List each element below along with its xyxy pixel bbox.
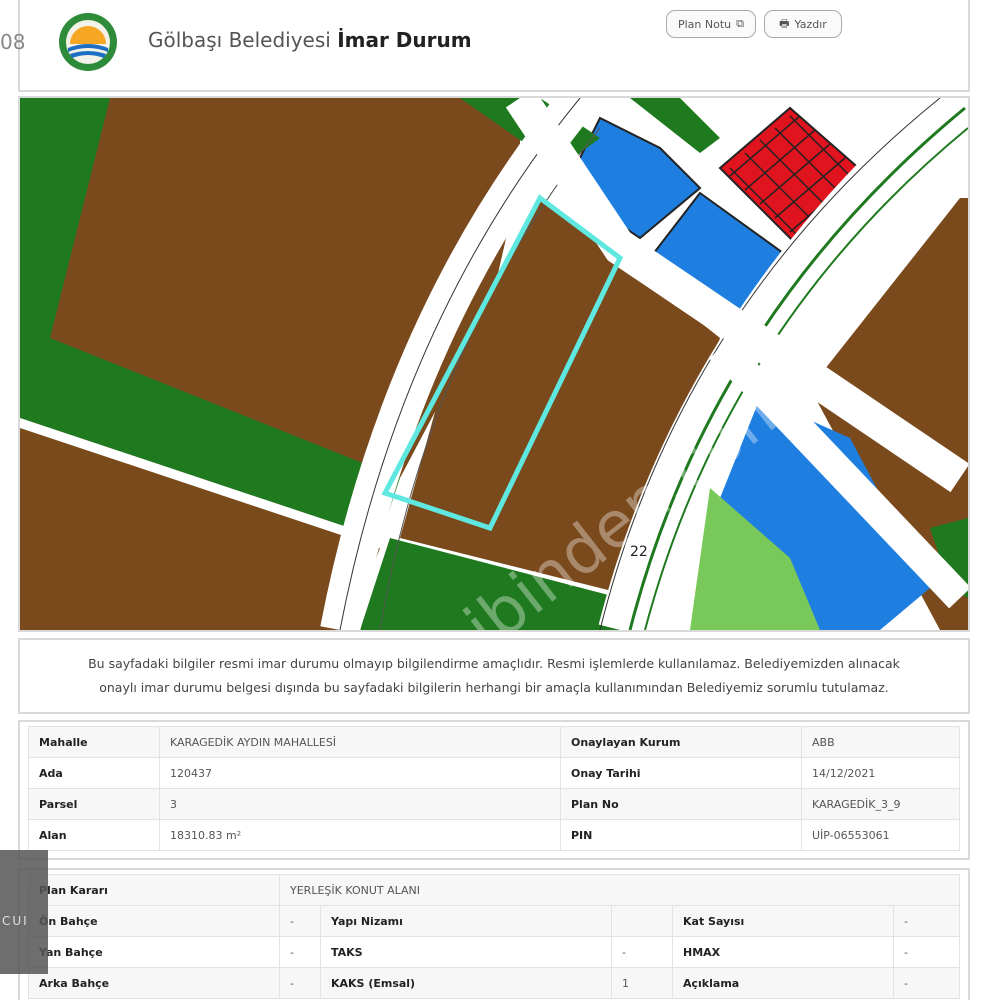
zoning-map-canvas[interactable]: 22 sahibinden.com [20,98,968,630]
plan-note-label: Plan Notu [677,17,732,31]
plan-cell-av: - [279,905,321,937]
table-row: Arka Bahçe - KAKS (Emsal) 1 Açıklama - [28,967,960,999]
info-cell-v2: KARAGEDİK_3_9 [801,788,960,820]
plan-cell-c: Kat Sayısı [672,905,894,937]
title-prefix: Gölbaşı Belediyesi [148,28,338,52]
info-cell-l1: Parsel [28,788,160,820]
plan-karari-value: YERLEŞİK KONUT ALANI [279,874,960,906]
table-row: Ön Bahçe - Yapı Nizamı Kat Sayısı - [28,905,960,937]
external-link-icon: ⧉ [736,17,744,30]
municipality-logo [59,13,117,71]
title-strong: İmar Durum [337,28,472,52]
plan-cell-b: Yapı Nizamı [320,905,612,937]
side-tab-text: CUI [2,914,29,928]
info-cell-v1: 120437 [159,757,561,789]
info-cell-l2: Onay Tarihi [560,757,802,789]
info-cell-l1: Ada [28,757,160,789]
print-label: Yazdır [794,17,827,31]
printer-icon: 🖶 [779,16,790,30]
plan-cell-av: - [279,967,321,999]
info-cell-v1: 3 [159,788,561,820]
info-cell-l1: Alan [28,819,160,851]
plan-cell-cv: - [893,905,960,937]
info-cell-v1: KARAGEDİK AYDIN MAHALLESİ [159,726,561,758]
info-cell-v1: 18310.83 m² [159,819,561,851]
zoning-map[interactable]: 22 sahibinden.com [18,96,970,632]
plan-cell-av: - [279,936,321,968]
table-row: Ada 120437 Onay Tarihi 14/12/2021 [28,757,960,789]
plan-cell-bv: 1 [611,967,673,999]
print-button[interactable]: 🖶 Yazdır [764,10,842,38]
plan-cell-a: Arka Bahçe [28,967,280,999]
plan-cell-a: Yan Bahçe [28,936,280,968]
disclaimer-line-2: onaylı imar durumu belgesi dışında bu sa… [99,680,889,695]
info-cell-v2: 14/12/2021 [801,757,960,789]
plan-cell-cv: - [893,967,960,999]
table-row: Parsel 3 Plan No KARAGEDİK_3_9 [28,788,960,820]
table-row: Plan Kararı YERLEŞİK KONUT ALANI [28,874,960,906]
info-cell-l2: Onaylayan Kurum [560,726,802,758]
plan-karari-label: Plan Kararı [28,874,280,906]
disclaimer-line-1: Bu sayfadaki bilgiler resmi imar durumu … [88,656,900,671]
side-overlay-tab[interactable]: CUI [0,850,48,974]
plan-cell-bv [611,905,673,937]
parcel-info-table: Mahalle KARAGEDİK AYDIN MAHALLESİ Onaylaya… [18,720,970,860]
info-cell-v2: UİP-06553061 [801,819,960,851]
info-cell-l1: Mahalle [28,726,160,758]
plan-note-button[interactable]: Plan Notu ⧉ [666,10,756,38]
plan-cell-cv: - [893,936,960,968]
plan-cell-b: KAKS (Emsal) [320,967,612,999]
plan-cell-a: Ön Bahçe [28,905,280,937]
plan-details-table: Plan Kararı YERLEŞİK KONUT ALANI Ön Bahç… [18,868,970,1000]
table-row: Mahalle KARAGEDİK AYDIN MAHALLESİ Onaylaya… [28,726,960,758]
plan-cell-c: Açıklama [672,967,894,999]
plan-cell-c: HMAX [672,936,894,968]
info-cell-v2: ABB [801,726,960,758]
plan-cell-bv: - [611,936,673,968]
info-cell-l2: Plan No [560,788,802,820]
table-row: Yan Bahçe - TAKS - HMAX - [28,936,960,968]
table-row: Alan 18310.83 m² PIN UİP-06553061 [28,819,960,851]
disclaimer-notice: Bu sayfadaki bilgiler resmi imar durumu … [18,638,970,714]
info-cell-l2: PIN [560,819,802,851]
page-title: Gölbaşı Belediyesi İmar Durum [148,28,472,52]
plan-cell-b: TAKS [320,936,612,968]
edge-number: 08 [0,30,26,54]
page-header: Gölbaşı Belediyesi İmar Durum Plan Notu … [18,0,970,92]
